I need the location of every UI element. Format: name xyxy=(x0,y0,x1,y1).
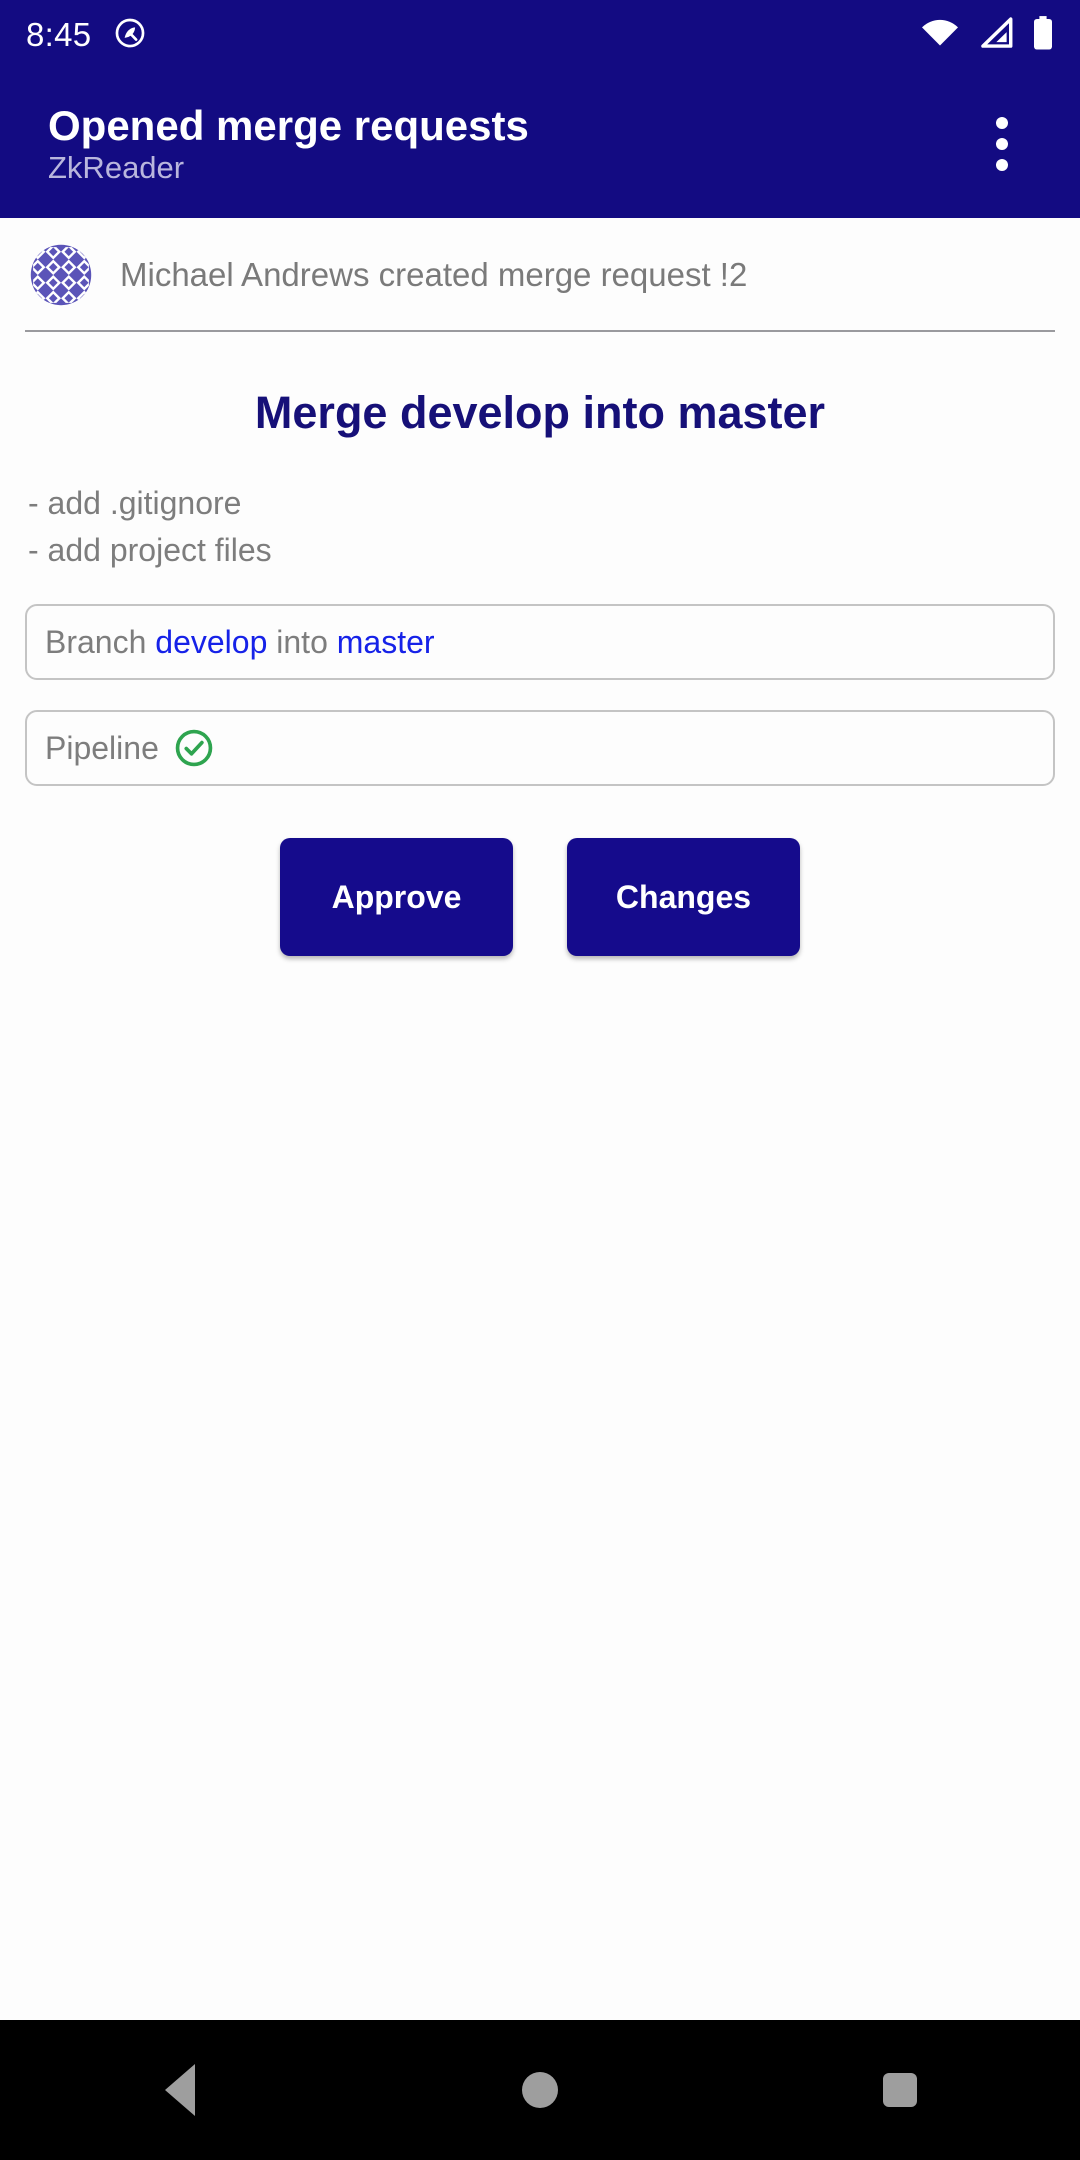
home-button[interactable] xyxy=(470,2020,610,2160)
recents-square-icon xyxy=(883,2073,917,2107)
status-bar-left: 8:45 xyxy=(26,16,147,55)
app-bar-titles: Opened merge requests ZkReader xyxy=(48,102,529,185)
source-branch-link[interactable]: develop xyxy=(155,624,267,660)
cellular-signal-icon xyxy=(978,16,1014,55)
status-bar-right xyxy=(920,15,1054,56)
branch-info-text: Branch develop into master xyxy=(45,623,435,661)
branch-label: Branch xyxy=(45,623,147,660)
approve-button[interactable]: Approve xyxy=(280,838,513,957)
battery-icon xyxy=(1032,15,1054,56)
android-q-icon xyxy=(113,16,147,55)
page-title: Opened merge requests xyxy=(48,102,529,150)
pipeline-info-text: Pipeline xyxy=(45,727,215,769)
identicon-avatar xyxy=(30,244,92,306)
author-activity-text: Michael Andrews created merge request !2 xyxy=(120,256,748,294)
android-navigation-bar xyxy=(0,2020,1080,2160)
merge-request-title: Merge develop into master xyxy=(254,387,826,438)
wifi-icon xyxy=(920,16,960,55)
overflow-dot-icon xyxy=(996,159,1008,171)
pipeline-label: Pipeline xyxy=(45,729,159,766)
content-area: Michael Andrews created merge request !2… xyxy=(0,218,1080,2020)
branch-info-box[interactable]: Branch develop into master xyxy=(25,604,1055,681)
branch-into-label: into xyxy=(276,623,328,660)
pipeline-info-box[interactable]: Pipeline xyxy=(25,710,1055,787)
overflow-menu-button[interactable] xyxy=(972,104,1032,184)
home-circle-icon xyxy=(522,2072,558,2108)
back-triangle-icon xyxy=(165,2064,195,2116)
action-button-row: Approve Changes xyxy=(0,786,1080,957)
merge-request-description: - add .gitignore - add project files xyxy=(28,485,272,569)
overflow-dot-icon xyxy=(996,117,1008,129)
overflow-dot-icon xyxy=(996,138,1008,150)
page-subtitle: ZkReader xyxy=(48,150,185,186)
target-branch-link[interactable]: master xyxy=(337,624,435,660)
author-row[interactable]: Michael Andrews created merge request !2 xyxy=(0,218,1080,330)
status-bar-clock: 8:45 xyxy=(26,16,92,53)
back-button[interactable] xyxy=(110,2020,250,2160)
app-bar: Opened merge requests ZkReader xyxy=(0,70,1080,218)
phone-screen: 8:45 Opened merge requests ZkReader Mich… xyxy=(0,0,1080,2160)
recents-button[interactable] xyxy=(830,2020,970,2160)
status-bar: 8:45 xyxy=(0,0,1080,70)
check-circle-icon xyxy=(173,727,215,769)
changes-button[interactable]: Changes xyxy=(567,838,800,957)
